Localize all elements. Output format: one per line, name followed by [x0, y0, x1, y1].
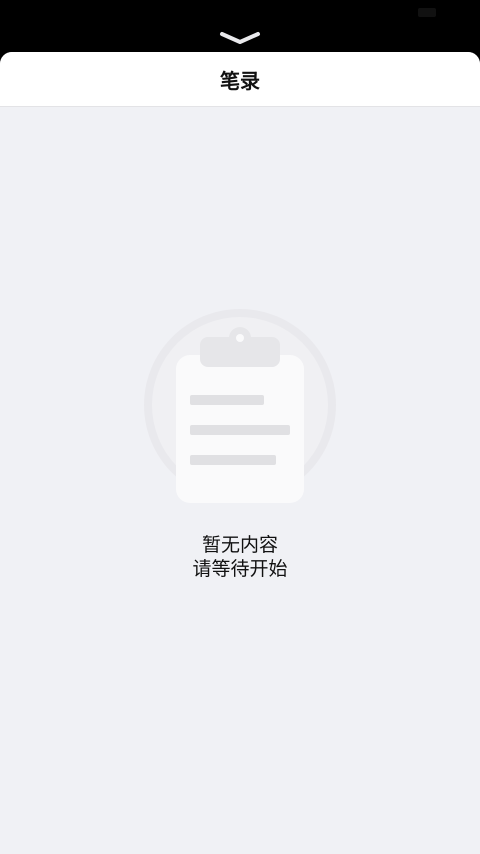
empty-message: 暂无内容 请等待开始	[192, 533, 287, 581]
notes-sheet: 笔录 暂无内容 请等待开始	[0, 52, 480, 854]
empty-state: 暂无内容 请等待开始	[0, 307, 480, 581]
screen: 笔录 暂无内容 请等待开始	[0, 0, 480, 854]
empty-message-line2: 请等待开始	[192, 558, 288, 580]
sheet-title: 笔录	[220, 68, 260, 93]
battery-icon	[418, 8, 436, 17]
status-icons	[418, 8, 436, 17]
clipboard-icon	[144, 309, 336, 503]
status-bar	[0, 0, 480, 34]
pull-down-handle-icon[interactable]	[218, 30, 262, 46]
sheet-header: 笔录	[0, 52, 480, 107]
empty-message-line1: 暂无内容	[201, 534, 278, 556]
